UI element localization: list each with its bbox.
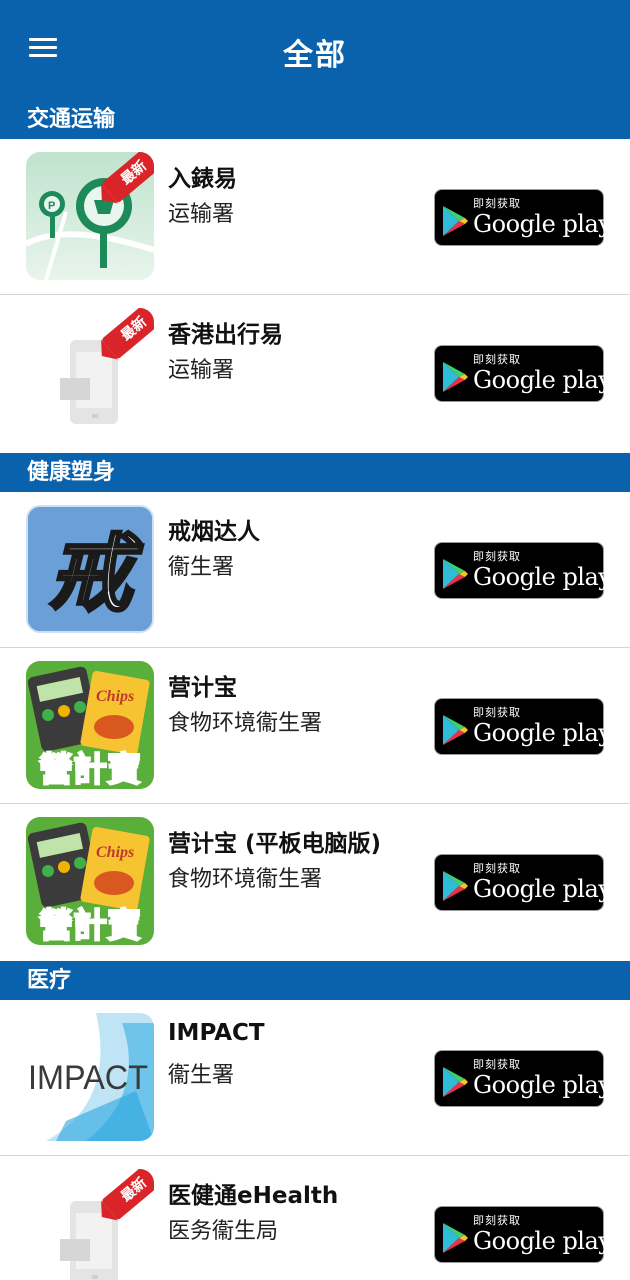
store-brand-label: Google play [473, 875, 612, 903]
app-developer: 食物环境衞生署 [168, 711, 323, 736]
nutrition-calculator-icon: Chips 營計寶 [26, 817, 154, 945]
play-store-icon [443, 206, 468, 236]
app-developer: 运输署 [168, 358, 235, 383]
play-store-icon [443, 1067, 468, 1097]
placeholder-device-icon: 最新 [26, 1169, 154, 1280]
google-play-button[interactable]: 即刻获取 Google play [434, 189, 612, 246]
app-name: 香港出行易 [168, 322, 283, 348]
svg-text:營計寶: 營計寶 [39, 906, 141, 945]
store-sub-label: 即刻获取 [473, 1058, 521, 1071]
app-name: 医健通eHealth [168, 1183, 339, 1209]
google-play-button[interactable]: 即刻获取 Google play [434, 854, 612, 911]
svg-text:P: P [48, 200, 55, 212]
app-developer: 运输署 [168, 202, 235, 227]
store-brand-label: Google play [473, 563, 612, 591]
placeholder-device-icon: 最新 [26, 308, 154, 436]
store-brand-label: Google play [473, 210, 612, 238]
svg-text:Chips: Chips [96, 844, 134, 861]
store-sub-label: 即刻获取 [473, 706, 521, 719]
app-developer: 食物环境衞生署 [168, 867, 323, 892]
app-name: 入錶易 [168, 166, 237, 192]
icon-glyph: 戒 [48, 524, 144, 623]
list-item[interactable]: Chips 營計寶 营计宝 食物环境衞生署 即刻获取 Google play [0, 648, 630, 804]
google-play-button[interactable]: 即刻获取 Google play [434, 1206, 612, 1263]
store-brand-label: Google play [473, 366, 612, 394]
play-store-icon [443, 871, 468, 901]
list-item[interactable]: IMPACT IMPACT 衞生署 即刻获取 Google play [0, 1000, 630, 1156]
play-store-icon [443, 715, 468, 745]
svg-text:IMPACT: IMPACT [28, 1059, 148, 1097]
google-play-button[interactable]: 即刻获取 Google play [434, 1050, 612, 1107]
section-header-medical: 医疗 [0, 961, 630, 1000]
svg-text:Chips: Chips [96, 688, 134, 705]
store-brand-label: Google play [473, 1071, 612, 1099]
app-developer: 医务衞生局 [168, 1219, 279, 1244]
store-sub-label: 即刻获取 [473, 1214, 521, 1227]
nutrition-calculator-icon: Chips 營計寶 [26, 661, 154, 789]
app-developer: 衞生署 [168, 1063, 235, 1088]
list-item[interactable]: 最新 医健通eHealth 医务衞生局 即刻获取 Google play [0, 1156, 630, 1280]
list-item[interactable]: Chips 營計寶 营计宝 (平板电脑版) 食物环境衞生署 即刻获取 Googl… [0, 804, 630, 960]
list-item[interactable]: 戒 戒烟达人 衞生署 即刻获取 Google play [0, 492, 630, 648]
play-store-icon [443, 559, 468, 589]
app-bar: 全部 [0, 0, 630, 100]
app-name: IMPACT [168, 1020, 265, 1046]
store-sub-label: 即刻获取 [473, 550, 521, 563]
list-item[interactable]: 最新 香港出行易 运输署 即刻获取 Google play [0, 295, 630, 451]
app-name: 戒烟达人 [168, 519, 260, 545]
store-brand-label: Google play [473, 719, 612, 747]
app-name: 营计宝 (平板电脑版) [168, 831, 382, 857]
section-header-fitness: 健康塑身 [0, 453, 630, 492]
section-header-transport: 交通运输 [0, 100, 630, 139]
parking-meter-icon: P 最新 [26, 152, 154, 280]
app-developer: 衞生署 [168, 555, 235, 580]
google-play-button[interactable]: 即刻获取 Google play [434, 542, 612, 599]
store-sub-label: 即刻获取 [473, 197, 521, 210]
quit-smoking-icon: 戒 [26, 505, 154, 633]
store-brand-label: Google play [473, 1227, 612, 1255]
google-play-button[interactable]: 即刻获取 Google play [434, 345, 612, 402]
app-name: 营计宝 [168, 675, 237, 701]
store-sub-label: 即刻获取 [473, 353, 521, 366]
svg-text:營計寶: 營計寶 [39, 750, 141, 789]
page-title: 全部 [283, 38, 347, 73]
play-store-icon [443, 362, 468, 392]
impact-logo-icon: IMPACT [26, 1013, 154, 1141]
play-store-icon [443, 1223, 468, 1253]
google-play-button[interactable]: 即刻获取 Google play [434, 698, 612, 755]
list-item[interactable]: P 最新 入錶易 运输署 即刻获取 Google play [0, 139, 630, 295]
store-sub-label: 即刻获取 [473, 862, 521, 875]
